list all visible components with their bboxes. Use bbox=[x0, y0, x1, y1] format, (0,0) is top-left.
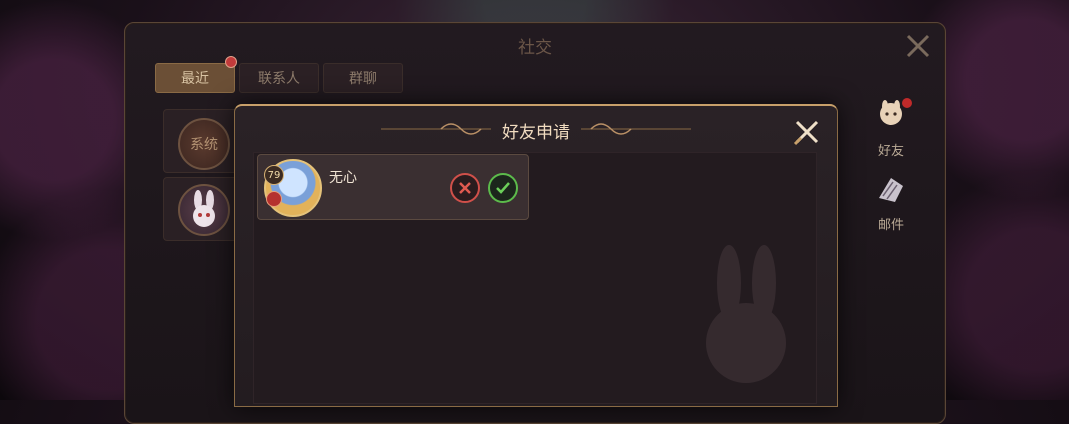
notification-dot bbox=[225, 56, 237, 68]
avatar bbox=[178, 184, 230, 236]
requester-name: 无心 bbox=[329, 170, 357, 186]
system-avatar: 系统 bbox=[178, 118, 230, 170]
system-avatar-label: 系统 bbox=[190, 137, 218, 153]
mail-button[interactable]: 邮件 bbox=[866, 172, 916, 233]
dialog-title: 好友申请 bbox=[502, 123, 570, 143]
close-icon[interactable] bbox=[791, 116, 823, 148]
mail-icon bbox=[879, 178, 903, 202]
reject-icon bbox=[459, 182, 471, 194]
mail-button-label: 邮件 bbox=[877, 218, 904, 233]
notification-dot bbox=[902, 98, 912, 108]
female-icon bbox=[266, 191, 282, 207]
reject-button[interactable] bbox=[450, 173, 480, 203]
friend-request-card: 79 无心 bbox=[257, 154, 529, 220]
check-icon bbox=[496, 182, 510, 194]
tab-contacts[interactable]: 联系人 bbox=[239, 63, 319, 93]
social-window-title: 社交 bbox=[518, 38, 552, 58]
bunny-icon bbox=[193, 190, 215, 227]
friends-button-label: 好友 bbox=[877, 144, 904, 159]
friend-request-dialog: 好友申请 79 无心 bbox=[234, 104, 838, 407]
close-icon[interactable] bbox=[903, 31, 933, 61]
tab-recent[interactable]: 最近 bbox=[155, 63, 235, 93]
level-badge: 79 bbox=[264, 165, 284, 185]
tab-group-chat[interactable]: 群聊 bbox=[323, 63, 403, 93]
bunny-watermark-icon bbox=[706, 245, 786, 383]
accept-button[interactable] bbox=[488, 173, 518, 203]
